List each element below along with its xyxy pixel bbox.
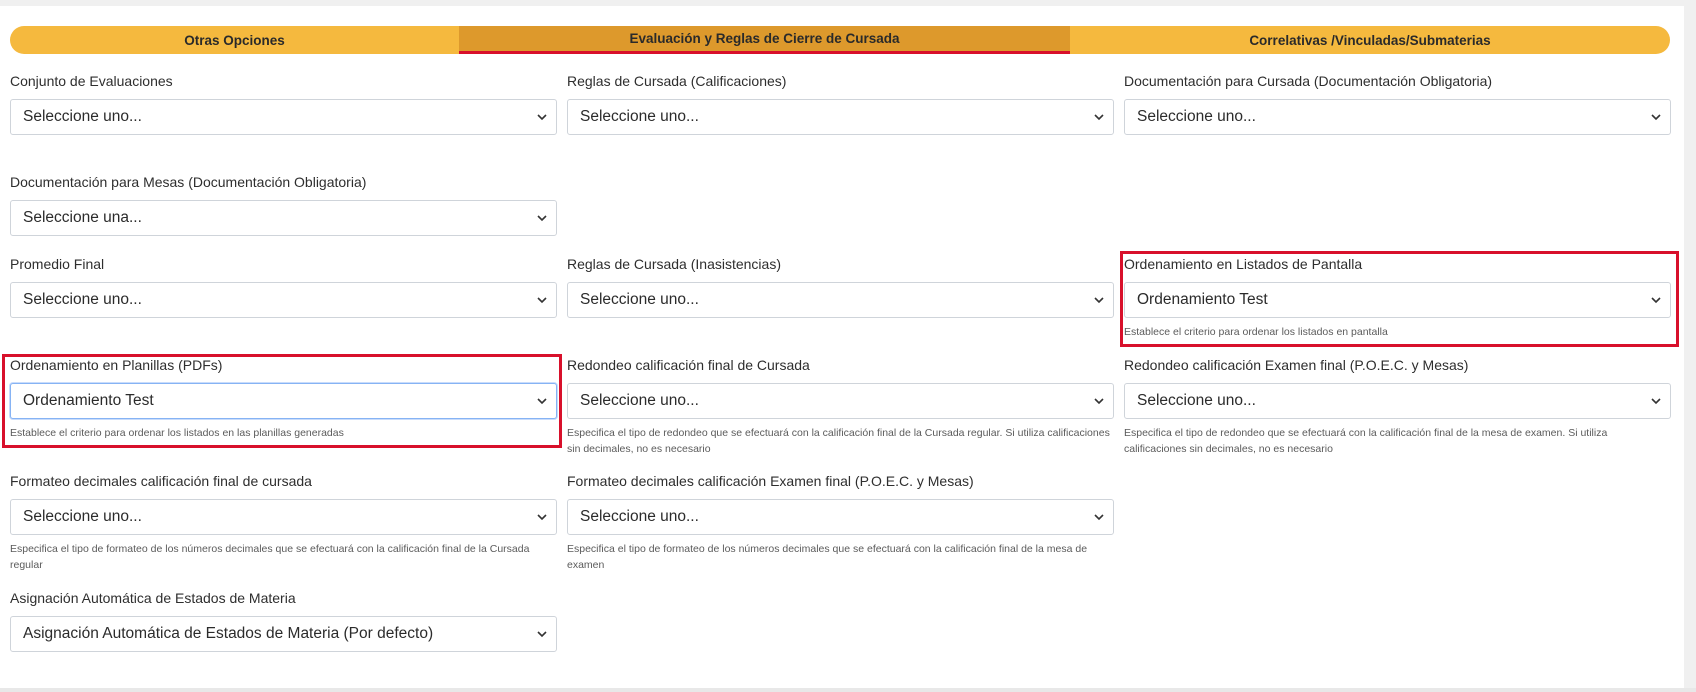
field-help: Especifica el tipo de formateo de los nú… — [567, 543, 1088, 571]
field-asignacion-estados: Asignación Automática de Estados de Mate… — [10, 589, 557, 652]
tab-bar: Otras Opciones Evaluación y Reglas de Ci… — [10, 26, 1670, 54]
chevron-down-icon — [537, 114, 547, 121]
field-doc-cursada: Documentación para Cursada (Documentació… — [1124, 72, 1671, 135]
field-label: Documentación para Mesas (Documentación … — [10, 174, 367, 190]
redondeo-examen-select[interactable]: Seleccione uno... — [1124, 383, 1671, 419]
formateo-cursada-select[interactable]: Seleccione uno... — [10, 499, 557, 535]
promedio-final-select[interactable]: Seleccione uno... — [10, 282, 557, 318]
select-value: Seleccione uno... — [580, 392, 699, 409]
field-help: Especifica el tipo de redondeo que se ef… — [567, 427, 1110, 455]
field-label: Reglas de Cursada (Inasistencias) — [567, 256, 781, 272]
formateo-examen-select[interactable]: Seleccione uno... — [567, 499, 1114, 535]
field-redondeo-examen: Redondeo calificación Examen final (P.O.… — [1124, 356, 1671, 457]
chevron-down-icon — [1094, 114, 1104, 121]
chevron-down-icon — [537, 631, 547, 638]
highlight-box-pantalla — [1120, 251, 1679, 347]
select-value: Seleccione uno... — [580, 291, 699, 308]
chevron-down-icon — [1094, 514, 1104, 521]
field-label: Documentación para Cursada (Documentació… — [1124, 73, 1493, 89]
field-reglas-inasistencias: Reglas de Cursada (Inasistencias) Selecc… — [567, 255, 1114, 318]
field-label: Formateo decimales calificación final de… — [10, 473, 312, 489]
asignacion-estados-select[interactable]: Asignación Automática de Estados de Mate… — [10, 616, 557, 652]
field-label: Conjunto de Evaluaciones — [10, 73, 173, 89]
chevron-down-icon — [537, 215, 547, 222]
field-formateo-examen: Formateo decimales calificación Examen f… — [567, 472, 1114, 573]
field-label: Reglas de Cursada (Calificaciones) — [567, 73, 787, 89]
tab-evaluacion-reglas[interactable]: Evaluación y Reglas de Cierre de Cursada — [459, 26, 1070, 54]
select-value: Seleccione uno... — [580, 108, 699, 125]
field-redondeo-cursada: Redondeo calificación final de Cursada S… — [567, 356, 1114, 457]
select-value: Seleccione uno... — [23, 108, 142, 125]
chevron-down-icon — [1094, 297, 1104, 304]
field-formateo-cursada: Formateo decimales calificación final de… — [10, 472, 557, 573]
field-label: Promedio Final — [10, 256, 105, 272]
field-label: Redondeo calificación Examen final (P.O.… — [1124, 357, 1469, 373]
conjunto-evaluaciones-select[interactable]: Seleccione uno... — [10, 99, 557, 135]
select-value: Seleccione uno... — [23, 508, 142, 525]
field-label: Asignación Automática de Estados de Mate… — [10, 590, 296, 606]
field-help: Especifica el tipo de formateo de los nú… — [10, 543, 530, 571]
redondeo-cursada-select[interactable]: Seleccione uno... — [567, 383, 1114, 419]
select-value: Seleccione uno... — [23, 291, 142, 308]
field-doc-mesas: Documentación para Mesas (Documentación … — [10, 173, 557, 236]
doc-cursada-select[interactable]: Seleccione uno... — [1124, 99, 1671, 135]
tab-correlativas[interactable]: Correlativas /Vinculadas/Submaterias — [1070, 26, 1670, 54]
select-value: Seleccione uno... — [580, 508, 699, 525]
field-help: Especifica el tipo de redondeo que se ef… — [1124, 427, 1608, 455]
chevron-down-icon — [1651, 398, 1661, 405]
chevron-down-icon — [537, 514, 547, 521]
chevron-down-icon — [1651, 114, 1661, 121]
chevron-down-icon — [537, 297, 547, 304]
select-value: Asignación Automática de Estados de Mate… — [23, 625, 434, 642]
doc-mesas-select[interactable]: Seleccione una... — [10, 200, 557, 236]
field-conjunto-evaluaciones: Conjunto de Evaluaciones Seleccione uno.… — [10, 72, 557, 135]
field-reglas-calificaciones: Reglas de Cursada (Calificaciones) Selec… — [567, 72, 1114, 135]
tab-otras-opciones[interactable]: Otras Opciones — [10, 26, 459, 54]
select-value: Seleccione uno... — [1137, 392, 1256, 409]
select-value: Seleccione una... — [23, 209, 142, 226]
reglas-inasistencias-select[interactable]: Seleccione uno... — [567, 282, 1114, 318]
field-label: Redondeo calificación final de Cursada — [567, 357, 810, 373]
reglas-calificaciones-select[interactable]: Seleccione uno... — [567, 99, 1114, 135]
page-bottom-border — [0, 688, 1696, 692]
field-promedio-final: Promedio Final Seleccione uno... — [10, 255, 557, 318]
highlight-box-planillas — [2, 354, 562, 448]
select-value: Seleccione uno... — [1137, 108, 1256, 125]
field-label: Formateo decimales calificación Examen f… — [567, 473, 974, 489]
chevron-down-icon — [1094, 398, 1104, 405]
